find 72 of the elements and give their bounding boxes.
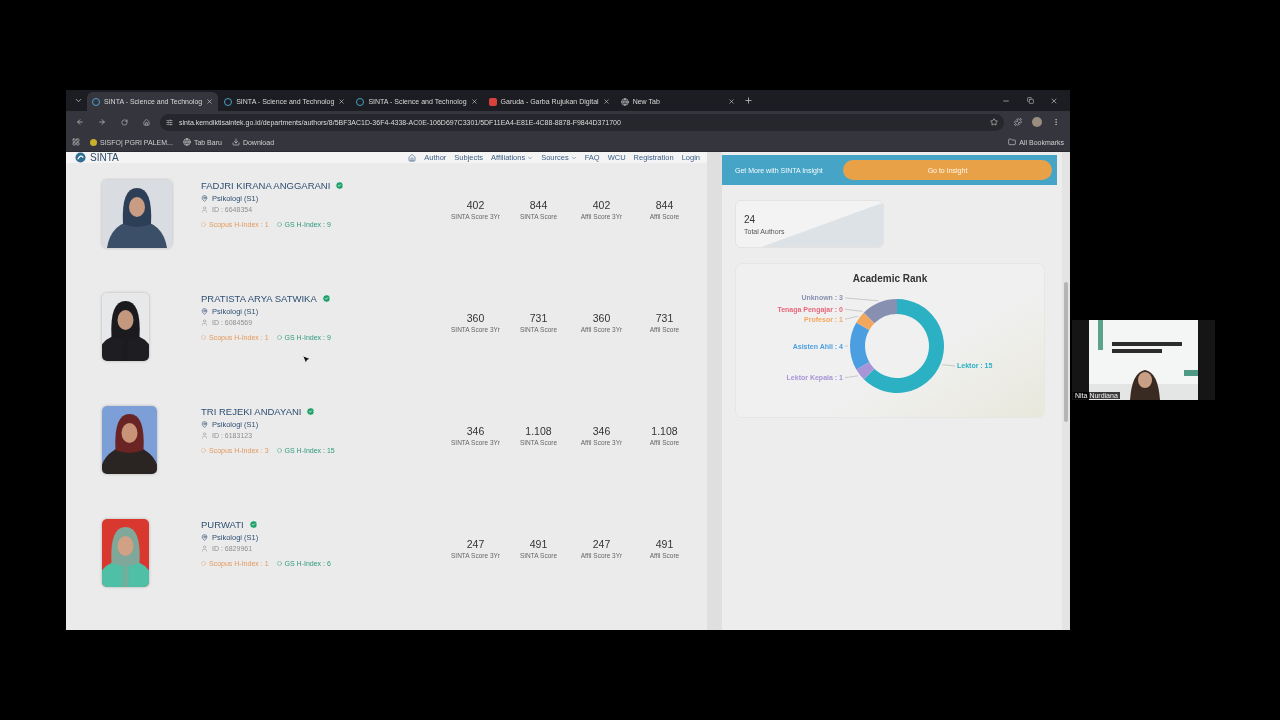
score-value: 346 xyxy=(466,425,485,437)
location-icon xyxy=(201,308,208,315)
close-icon[interactable] xyxy=(206,98,214,105)
close-icon[interactable] xyxy=(338,98,346,105)
score-value: 346 xyxy=(592,425,611,437)
score-value: 731 xyxy=(529,312,548,324)
circle-icon xyxy=(276,335,282,340)
score-value: 844 xyxy=(655,199,674,211)
author-name[interactable]: TRI REJEKI ANDAYANI xyxy=(201,406,302,417)
circle-icon xyxy=(276,222,282,227)
score-value: 491 xyxy=(529,538,548,550)
score-value: 1.108 xyxy=(651,425,678,437)
author-name[interactable]: PURWATI xyxy=(201,519,244,530)
profile-avatar[interactable] xyxy=(1032,117,1042,127)
arrow-right-icon xyxy=(98,118,106,126)
close-icon xyxy=(1050,96,1058,105)
circle-icon xyxy=(201,335,206,340)
score-value: 360 xyxy=(466,312,485,324)
site-settings-icon[interactable] xyxy=(166,118,173,126)
author-name[interactable]: FADJRI KIRANA ANGGARANI xyxy=(201,180,331,191)
circle-icon xyxy=(276,448,282,453)
score-value: 247 xyxy=(592,538,611,550)
circle-icon xyxy=(276,561,282,566)
close-icon[interactable] xyxy=(727,98,735,105)
chevron-down-icon xyxy=(73,96,83,105)
globe-icon xyxy=(620,97,629,106)
plus-icon xyxy=(744,96,754,105)
leader-line xyxy=(844,375,859,378)
home-icon xyxy=(142,118,150,126)
reload-icon xyxy=(120,118,128,126)
circle-icon xyxy=(201,448,206,453)
user-icon xyxy=(201,432,208,439)
site-logo[interactable]: SINTA xyxy=(75,152,119,163)
author-name[interactable]: PRATISTA ARYA SATWIKA xyxy=(201,293,317,304)
location-icon xyxy=(201,534,208,541)
score-value: 731 xyxy=(655,312,674,324)
leader-line xyxy=(941,364,956,367)
user-icon xyxy=(201,545,208,552)
menu-icon xyxy=(1052,118,1060,126)
arrow-left-icon xyxy=(76,118,84,126)
user-icon xyxy=(201,319,208,326)
score-value: 360 xyxy=(592,312,611,324)
location-icon xyxy=(201,421,208,428)
globe-icon xyxy=(182,138,191,146)
puzzle-icon xyxy=(1014,118,1022,126)
emblem-icon xyxy=(90,138,97,146)
chart-title: Academic Rank xyxy=(852,273,928,284)
apps-icon[interactable] xyxy=(72,138,80,146)
scrollbar-thumb[interactable] xyxy=(1064,282,1068,422)
user-icon xyxy=(201,206,208,213)
cursor-icon xyxy=(301,354,312,365)
folder-icon xyxy=(1008,138,1017,146)
score-value: 402 xyxy=(592,199,611,211)
leader-line xyxy=(844,297,879,302)
restore-icon xyxy=(1026,97,1034,104)
score-value: 402 xyxy=(466,199,485,211)
score-value: 1.108 xyxy=(525,425,552,437)
download-icon xyxy=(231,138,240,146)
total-value: 24 xyxy=(744,213,757,225)
score-value: 844 xyxy=(529,199,548,211)
close-icon[interactable] xyxy=(470,98,478,105)
leader-line xyxy=(844,315,859,320)
circle-icon xyxy=(201,222,206,227)
star-icon[interactable] xyxy=(990,118,998,126)
location-icon xyxy=(201,195,208,202)
leader-line xyxy=(844,308,863,312)
score-value: 247 xyxy=(466,538,485,550)
home-icon[interactable] xyxy=(408,153,417,162)
score-value: 491 xyxy=(655,538,674,550)
circle-icon xyxy=(201,561,206,566)
close-icon[interactable] xyxy=(602,98,610,105)
bird-icon xyxy=(488,97,497,106)
